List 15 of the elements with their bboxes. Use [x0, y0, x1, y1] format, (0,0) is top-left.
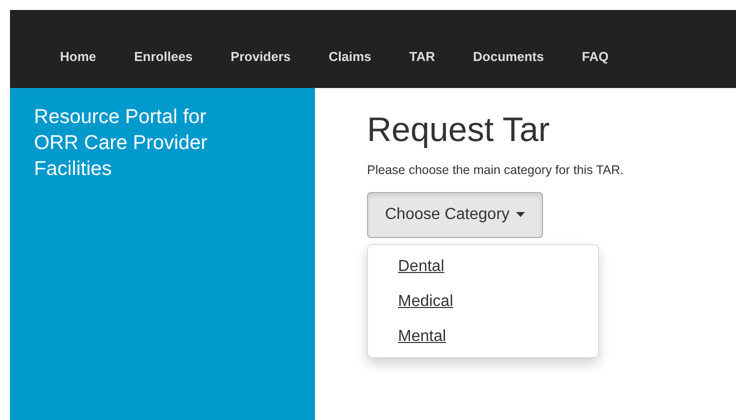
nav-link[interactable]: TAR: [397, 46, 448, 66]
menu-option[interactable]: Medical: [398, 290, 454, 314]
nav-link[interactable]: Documents: [461, 46, 556, 66]
category-dropdown[interactable]: Choose Category: [367, 192, 543, 238]
nav-link[interactable]: Claims: [316, 46, 384, 66]
caret-icon: [516, 212, 525, 218]
menu-option[interactable]: Dental: [398, 254, 444, 279]
menu-option[interactable]: Mental: [398, 324, 446, 349]
portal-title: Resource Portal for ORR Care Provider Facilities: [34, 105, 208, 182]
nav-link[interactable]: Providers: [218, 46, 303, 66]
nav-link[interactable]: FAQ: [570, 46, 621, 66]
nav-link[interactable]: Enrollees: [122, 46, 205, 66]
page-heading: Request Tar: [367, 110, 551, 151]
nav-link[interactable]: Home: [48, 46, 108, 66]
instruction-text: Please choose the main category for this TAR.: [367, 162, 624, 179]
